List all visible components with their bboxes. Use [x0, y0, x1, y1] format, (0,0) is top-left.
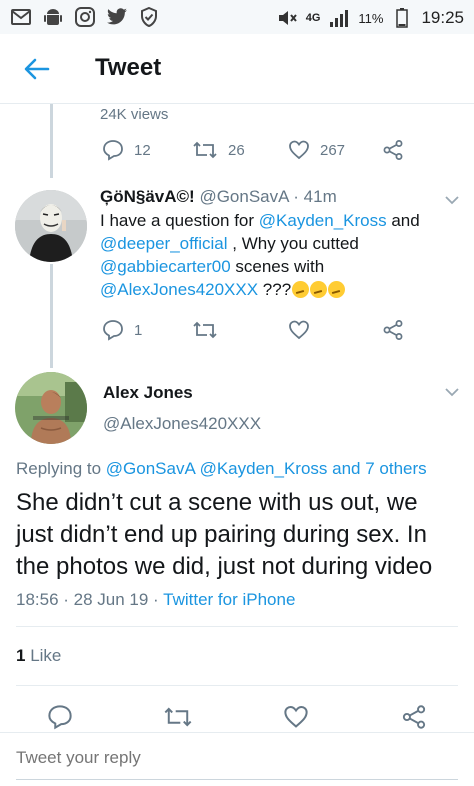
- mute-icon: [276, 7, 298, 29]
- like-button[interactable]: 267: [288, 139, 345, 161]
- reply-tweet-header: ĢöN§ävA©! @GonSavA · 41m: [100, 187, 337, 207]
- display-name[interactable]: ĢöN§ävA©!: [100, 187, 195, 206]
- retweet-button[interactable]: 26: [192, 139, 245, 161]
- instagram-icon: [74, 6, 96, 28]
- avatar[interactable]: [15, 372, 87, 444]
- handle[interactable]: @AlexJones420XXX: [103, 414, 261, 434]
- view-count: 24K views: [100, 106, 169, 123]
- reply-button[interactable]: 1: [102, 319, 142, 341]
- reply-count: 12: [134, 141, 151, 159]
- header: Tweet: [0, 34, 474, 104]
- retweet-count: 26: [228, 141, 245, 159]
- text-segment: ???: [258, 280, 292, 299]
- text-segment: and: [386, 211, 420, 230]
- like-button[interactable]: [283, 704, 309, 730]
- share-button[interactable]: [401, 704, 427, 730]
- display-name[interactable]: Alex Jones: [103, 383, 193, 403]
- text-segment: scenes with: [230, 257, 325, 276]
- like-summary[interactable]: 1 Like: [16, 646, 61, 666]
- timestamp: 18:56 · 28 Jun 19 ·: [16, 590, 164, 609]
- replying-to-link[interactable]: @GonSavA @Kayden_Kross and 7 others: [106, 459, 427, 478]
- confused-face-icon: [292, 281, 310, 298]
- share-icon: [383, 320, 403, 340]
- share-icon: [402, 705, 426, 729]
- confused-face-icon: [328, 281, 346, 298]
- replying-label: Replying to: [16, 459, 106, 478]
- avatar[interactable]: [15, 190, 87, 262]
- divider: [16, 685, 458, 686]
- text-segment: I have a question for: [100, 211, 259, 230]
- retweet-icon: [164, 707, 192, 727]
- reply-input[interactable]: [16, 748, 446, 768]
- tweet-meta: 18:56 · 28 Jun 19 · Twitter for iPhone: [16, 590, 295, 610]
- shield-icon: [138, 6, 160, 28]
- mention-link[interactable]: @deeper_official: [100, 234, 228, 253]
- retweet-icon: [193, 141, 217, 159]
- reply-count: 1: [134, 321, 143, 339]
- like-label: Like: [25, 646, 62, 665]
- heart-icon: [289, 320, 309, 340]
- mail-icon: [10, 6, 32, 28]
- confused-face-icon: [310, 281, 328, 298]
- chevron-down-icon[interactable]: [444, 192, 460, 208]
- heart-icon: [289, 140, 309, 160]
- reply-button[interactable]: [47, 704, 73, 730]
- share-icon: [383, 140, 403, 160]
- reply-icon: [48, 705, 72, 730]
- mention-link[interactable]: @gabbiecarter00: [100, 257, 231, 276]
- signal-icon: [328, 7, 350, 29]
- android-icon: [42, 6, 64, 28]
- arrow-left-icon: [24, 58, 50, 80]
- heart-icon: [284, 705, 308, 728]
- thread-line: [50, 264, 53, 368]
- main-tweet-actions: [0, 704, 474, 730]
- like-count: 267: [320, 141, 346, 159]
- reply-icon: [103, 140, 123, 161]
- text-segment: , Why you cutted: [227, 234, 359, 253]
- mention-link[interactable]: @Kayden_Kross: [259, 211, 387, 230]
- retweet-button[interactable]: [192, 319, 218, 341]
- timestamp: · 41m: [293, 187, 337, 206]
- reply-icon: [103, 320, 123, 341]
- replying-to: Replying to @GonSavA @Kayden_Kross and 7…: [16, 459, 427, 479]
- back-button[interactable]: [22, 54, 52, 84]
- page-title: Tweet: [95, 54, 162, 81]
- status-bar: 4G 11% 19:25: [0, 0, 474, 34]
- parent-tweet-actions: 12 26 267: [0, 139, 474, 163]
- chevron-down-icon[interactable]: [444, 384, 460, 400]
- mention-link[interactable]: @AlexJones420XXX: [100, 280, 258, 299]
- reply-tweet-actions: 1: [0, 319, 474, 343]
- reply-composer: [0, 732, 474, 786]
- network-label: 4G: [305, 12, 321, 24]
- share-button[interactable]: [382, 319, 404, 341]
- divider: [16, 626, 458, 627]
- retweet-icon: [193, 321, 217, 339]
- tweet-text: She didn’t cut a scene with us out, we j…: [16, 489, 433, 580]
- reply-button[interactable]: 12: [102, 139, 151, 161]
- share-button[interactable]: [382, 139, 404, 161]
- like-button[interactable]: [288, 319, 310, 341]
- clock: 19:25: [421, 8, 464, 27]
- twitter-icon: [106, 6, 128, 28]
- input-underline: [16, 779, 458, 780]
- battery-percent: 11%: [358, 10, 384, 26]
- source-link[interactable]: Twitter for iPhone: [163, 590, 295, 609]
- handle[interactable]: @GonSavA: [199, 187, 288, 206]
- retweet-button[interactable]: [163, 704, 193, 730]
- reply-tweet-text: I have a question for @Kayden_Kross and …: [100, 209, 445, 301]
- battery-icon: [391, 7, 413, 29]
